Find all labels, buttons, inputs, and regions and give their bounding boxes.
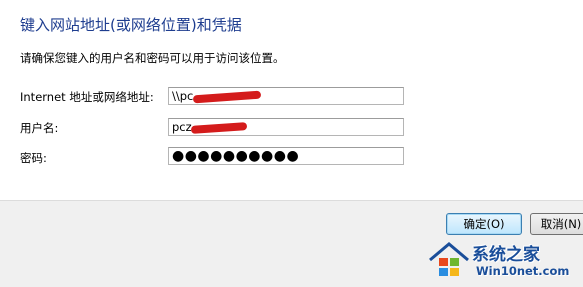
username-value: pcz (172, 120, 192, 134)
address-value: \\pc (172, 89, 194, 103)
password-input[interactable]: ●●●●●●●●●● (168, 147, 404, 165)
redaction-scribble (192, 90, 262, 104)
address-input[interactable]: \\pc (168, 87, 404, 105)
windows-house-logo-icon (429, 242, 469, 276)
instruction-text: 请确保您键入的用户名和密码可以用于访问该位置。 (20, 51, 285, 65)
cancel-button[interactable]: 取消(N) (530, 213, 583, 235)
dialog-title: 键入网站地址(或网络位置)和凭据 (20, 16, 242, 34)
username-input[interactable]: pcz (168, 118, 404, 136)
watermark-url: Win10net.com (476, 264, 570, 278)
watermark-brand: 系统之家 (472, 245, 540, 265)
ok-button[interactable]: 确定(O) (446, 213, 522, 235)
address-label: Internet 地址或网络地址: (20, 90, 154, 104)
redaction-scribble (190, 122, 248, 134)
watermark: 系统之家 Win10net.com (428, 238, 578, 284)
username-label: 用户名: (20, 121, 59, 135)
password-value: ●●●●●●●●●● (172, 148, 300, 164)
password-label: 密码: (20, 151, 47, 165)
